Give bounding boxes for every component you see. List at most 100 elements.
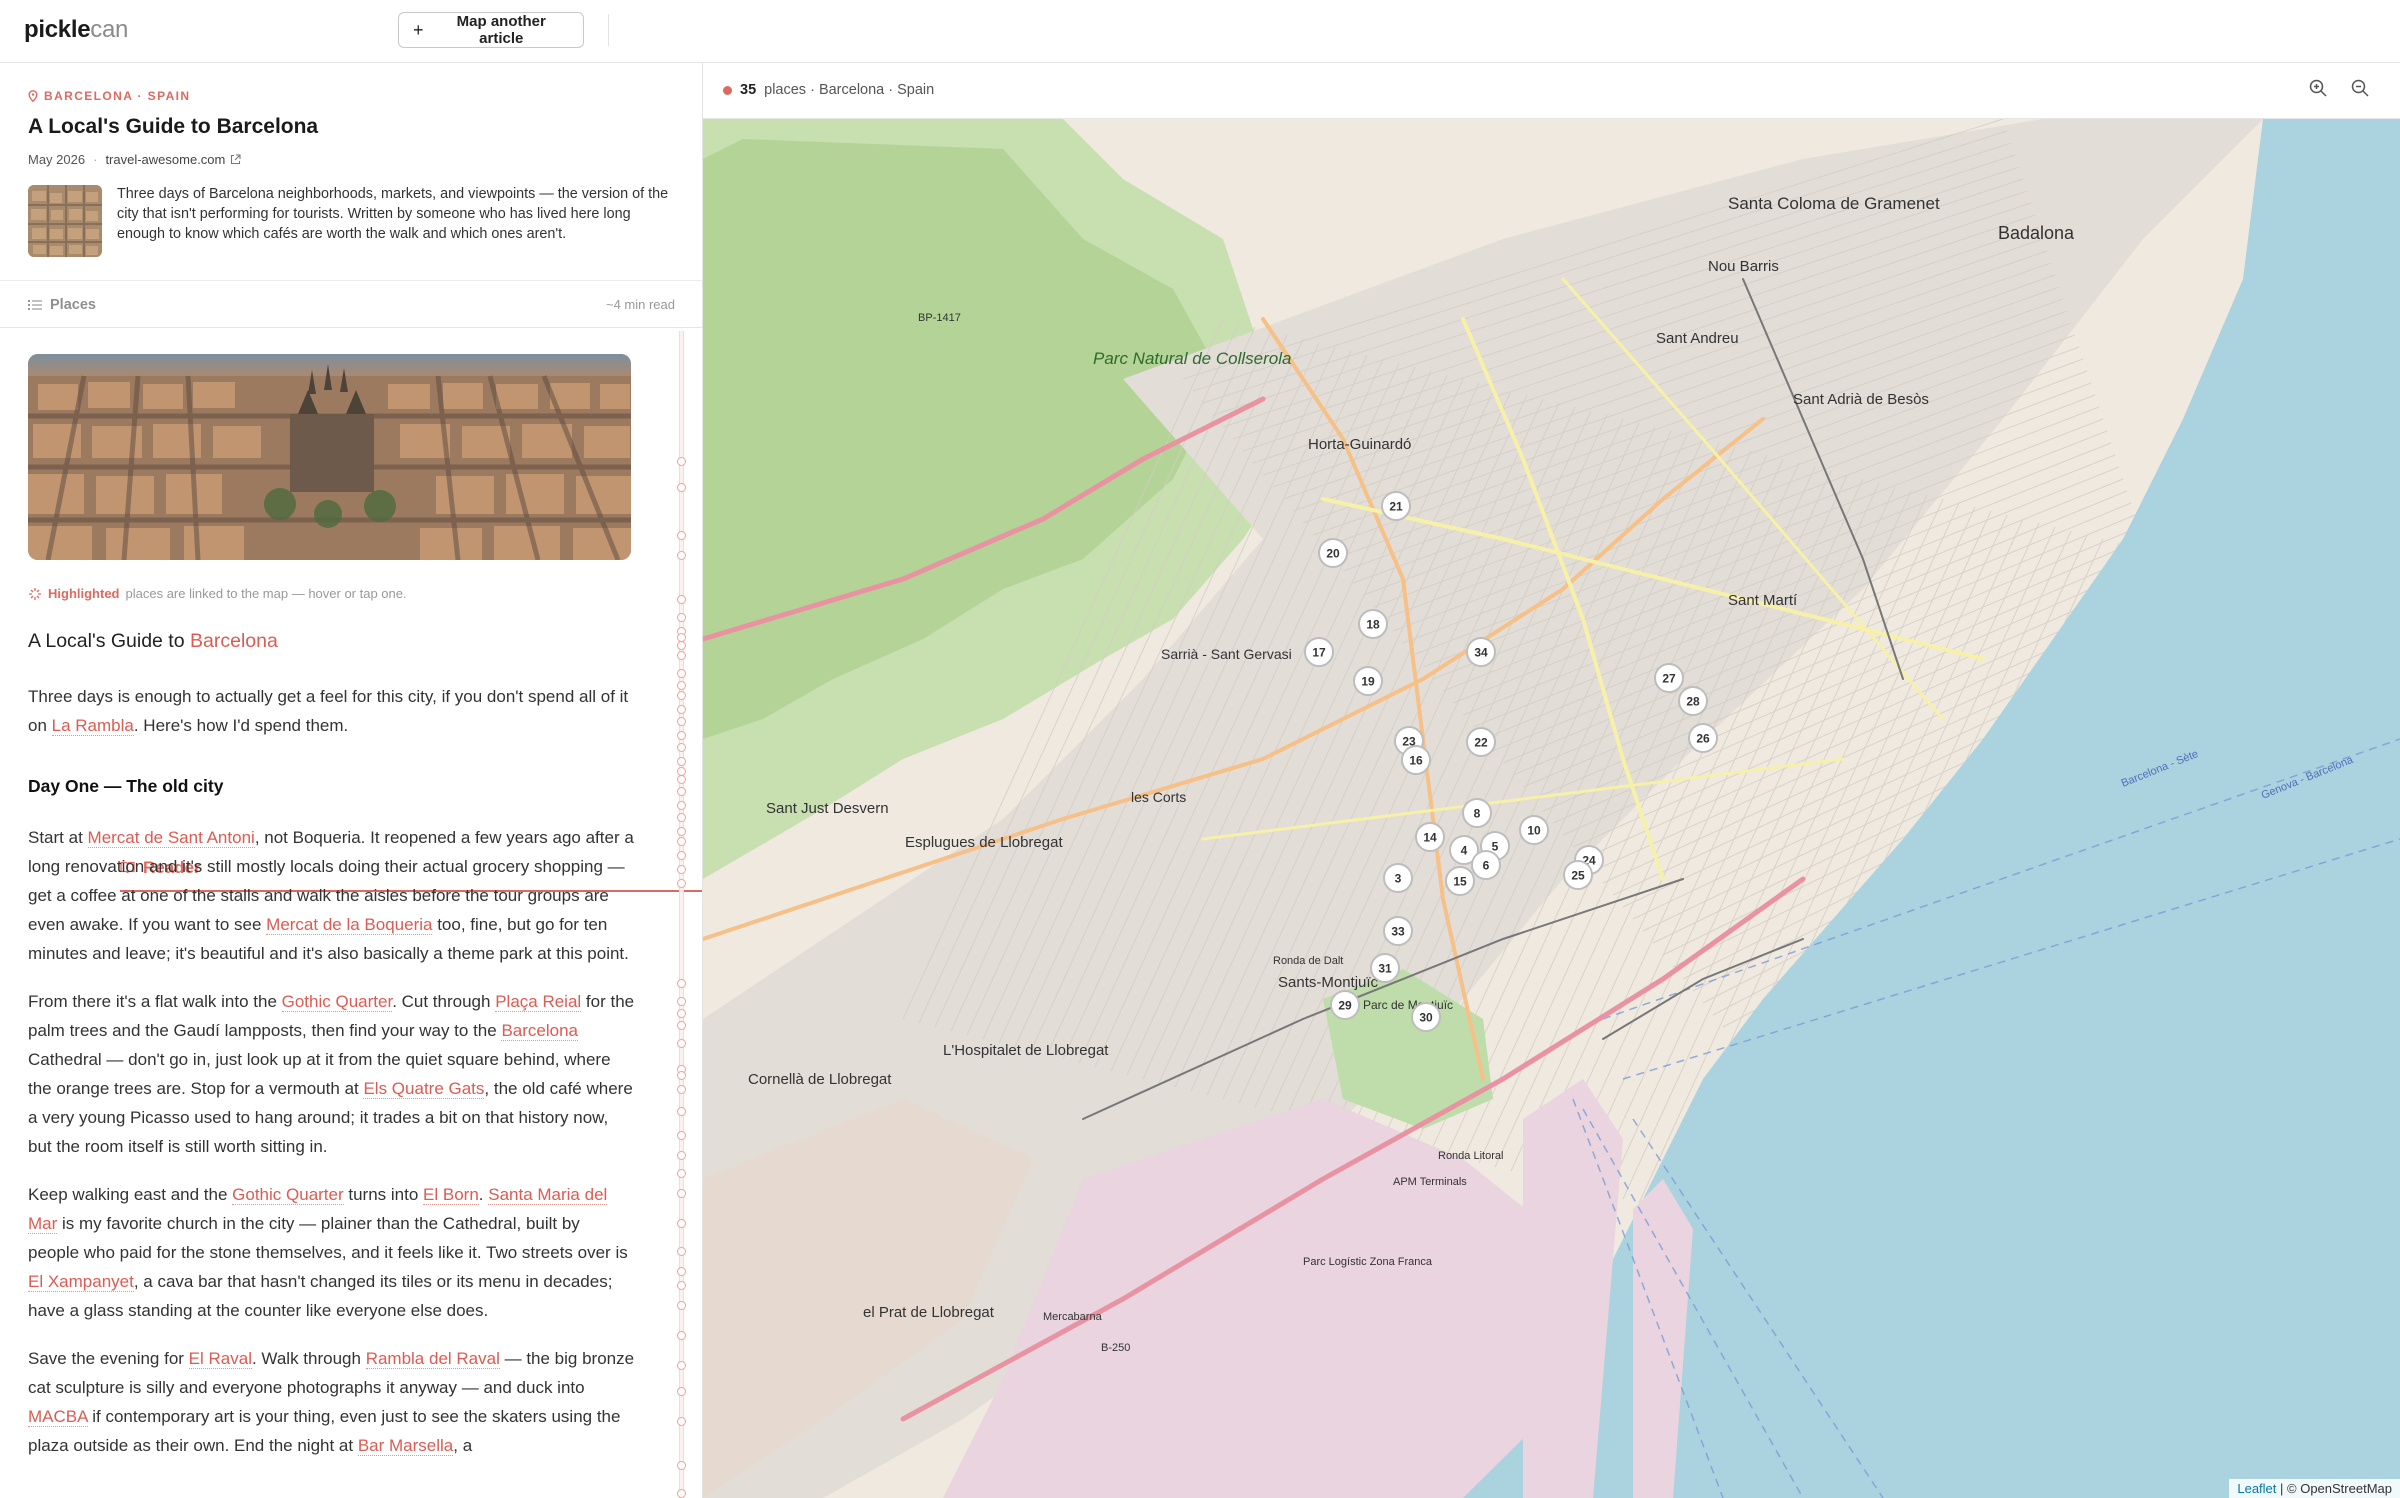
rail-place-dot[interactable] bbox=[677, 775, 686, 784]
rail-place-dot[interactable] bbox=[677, 979, 686, 988]
osm-attribution[interactable]: | © OpenStreetMap bbox=[2280, 1481, 2392, 1496]
map-marker[interactable]: 19 bbox=[1353, 666, 1383, 696]
rail-place-dot[interactable] bbox=[677, 879, 686, 888]
map-marker[interactable]: 14 bbox=[1415, 822, 1445, 852]
paragraph-text: Start at bbox=[28, 828, 88, 847]
rail-place-dot[interactable] bbox=[677, 613, 686, 622]
rail-place-dot[interactable] bbox=[677, 705, 686, 714]
rail-place-dot[interactable] bbox=[677, 1009, 686, 1018]
place-link[interactable]: MACBA bbox=[28, 1407, 88, 1427]
rail-place-dot[interactable] bbox=[677, 1461, 686, 1470]
place-link[interactable]: Mercat de Sant Antoni bbox=[87, 828, 255, 848]
place-link[interactable]: La Rambla bbox=[51, 716, 134, 736]
rail-place-dot[interactable] bbox=[677, 1085, 686, 1094]
place-link[interactable]: El Born bbox=[423, 1185, 479, 1205]
rail-place-dot[interactable] bbox=[677, 1247, 686, 1256]
rail-place-dot[interactable] bbox=[677, 743, 686, 752]
rail-place-dot[interactable] bbox=[677, 1301, 686, 1310]
map-marker[interactable]: 3 bbox=[1383, 863, 1413, 893]
rail-place-dot[interactable] bbox=[677, 1219, 686, 1228]
place-link[interactable]: Els Quatre Gats bbox=[363, 1079, 485, 1099]
rail-place-dot[interactable] bbox=[677, 813, 686, 822]
rail-place-dot[interactable] bbox=[677, 1189, 686, 1198]
place-scroll-rail[interactable] bbox=[677, 331, 686, 1498]
rail-place-dot[interactable] bbox=[677, 1131, 686, 1140]
map-marker[interactable]: 15 bbox=[1445, 866, 1475, 896]
place-link[interactable]: Barcelona bbox=[501, 1021, 578, 1041]
place-link[interactable]: Mercat de la Boqueria bbox=[266, 915, 433, 935]
place-link[interactable]: Barcelona bbox=[190, 630, 278, 652]
rail-place-dot[interactable] bbox=[677, 669, 686, 678]
rail-place-dot[interactable] bbox=[677, 595, 686, 604]
place-link[interactable]: El Xampanyet bbox=[28, 1272, 134, 1292]
map-marker[interactable]: 18 bbox=[1358, 609, 1388, 639]
map-marker[interactable]: 28 bbox=[1678, 686, 1708, 716]
rail-place-dot[interactable] bbox=[677, 1169, 686, 1178]
rail-place-dot[interactable] bbox=[677, 1039, 686, 1048]
map-another-article-button[interactable]: + Map another article bbox=[398, 12, 584, 48]
map-marker[interactable]: 17 bbox=[1304, 637, 1334, 667]
rail-place-dot[interactable] bbox=[677, 1331, 686, 1340]
rail-place-dot[interactable] bbox=[677, 787, 686, 796]
rail-place-dot[interactable] bbox=[677, 1417, 686, 1426]
map-marker[interactable]: 16 bbox=[1401, 745, 1431, 775]
map-marker[interactable]: 26 bbox=[1688, 723, 1718, 753]
rail-place-dot[interactable] bbox=[677, 1021, 686, 1030]
rail-place-dot[interactable] bbox=[677, 1387, 686, 1396]
tab-places[interactable]: Places bbox=[28, 281, 96, 328]
map-place-label: Ronda Litoral bbox=[1438, 1150, 1503, 1162]
zoom-out-icon[interactable] bbox=[2351, 79, 2369, 97]
rail-place-dot[interactable] bbox=[677, 651, 686, 660]
map-marker[interactable]: 6 bbox=[1471, 850, 1501, 880]
map-marker[interactable]: 30 bbox=[1411, 1002, 1441, 1032]
rail-place-dot[interactable] bbox=[677, 1151, 686, 1160]
rail-place-dot[interactable] bbox=[677, 1489, 686, 1498]
map-view[interactable]: Santa Coloma de Gramenet Badalona Nou Barr… bbox=[703, 119, 2400, 1498]
article-source-link[interactable]: travel-awesome.com bbox=[105, 152, 241, 167]
place-link[interactable]: Gothic Quarter bbox=[232, 1185, 344, 1205]
map-marker[interactable]: 21 bbox=[1381, 491, 1411, 521]
rail-place-dot[interactable] bbox=[677, 1267, 686, 1276]
rail-place-dot[interactable] bbox=[677, 801, 686, 810]
map-marker[interactable]: 31 bbox=[1370, 953, 1400, 983]
place-link[interactable]: Rambla del Raval bbox=[365, 1349, 500, 1369]
reader-paragraph: Keep walking east and the Gothic Quarter… bbox=[28, 1180, 635, 1325]
map-marker[interactable]: 8 bbox=[1462, 798, 1492, 828]
rail-place-dot[interactable] bbox=[677, 1281, 686, 1290]
rail-place-dot[interactable] bbox=[677, 717, 686, 726]
rail-place-dot[interactable] bbox=[677, 1107, 686, 1116]
app-logo[interactable]: picklecan bbox=[24, 16, 128, 44]
rail-place-dot[interactable] bbox=[677, 483, 686, 492]
rail-place-dot[interactable] bbox=[677, 757, 686, 766]
rail-place-dot[interactable] bbox=[677, 691, 686, 700]
rail-place-dot[interactable] bbox=[677, 731, 686, 740]
rail-place-dot[interactable] bbox=[677, 1071, 686, 1080]
map-marker[interactable]: 27 bbox=[1654, 663, 1684, 693]
place-link[interactable]: Plaça Reial bbox=[495, 992, 582, 1012]
rail-place-dot[interactable] bbox=[677, 551, 686, 560]
map-marker[interactable]: 20 bbox=[1318, 538, 1348, 568]
rail-place-dot[interactable] bbox=[677, 837, 686, 846]
leaflet-link[interactable]: Leaflet bbox=[2237, 1481, 2276, 1496]
place-link[interactable]: Gothic Quarter bbox=[281, 992, 393, 1012]
zoom-in-icon[interactable] bbox=[2309, 79, 2327, 97]
map-marker[interactable]: 10 bbox=[1519, 815, 1549, 845]
rail-place-dot[interactable] bbox=[677, 1361, 686, 1370]
map-canvas[interactable]: Santa Coloma de Gramenet Badalona Nou Barr… bbox=[703, 119, 2400, 1498]
map-marker[interactable]: 22 bbox=[1466, 727, 1496, 757]
rail-place-dot[interactable] bbox=[677, 531, 686, 540]
map-marker[interactable]: 34 bbox=[1466, 637, 1496, 667]
map-marker[interactable]: 29 bbox=[1330, 990, 1360, 1020]
rail-place-dot[interactable] bbox=[677, 865, 686, 874]
rail-place-dot[interactable] bbox=[677, 827, 686, 836]
places-count: 35 places · Barcelona · Spain bbox=[723, 82, 934, 98]
place-link[interactable]: El Raval bbox=[188, 1349, 252, 1369]
rail-place-dot[interactable] bbox=[677, 681, 686, 690]
map-marker[interactable]: 33 bbox=[1383, 916, 1413, 946]
rail-place-dot[interactable] bbox=[677, 851, 686, 860]
place-link[interactable]: Bar Marsella bbox=[357, 1436, 454, 1456]
rail-place-dot[interactable] bbox=[677, 641, 686, 650]
rail-place-dot[interactable] bbox=[677, 457, 686, 466]
map-marker[interactable]: 25 bbox=[1563, 860, 1593, 890]
rail-place-dot[interactable] bbox=[677, 997, 686, 1006]
